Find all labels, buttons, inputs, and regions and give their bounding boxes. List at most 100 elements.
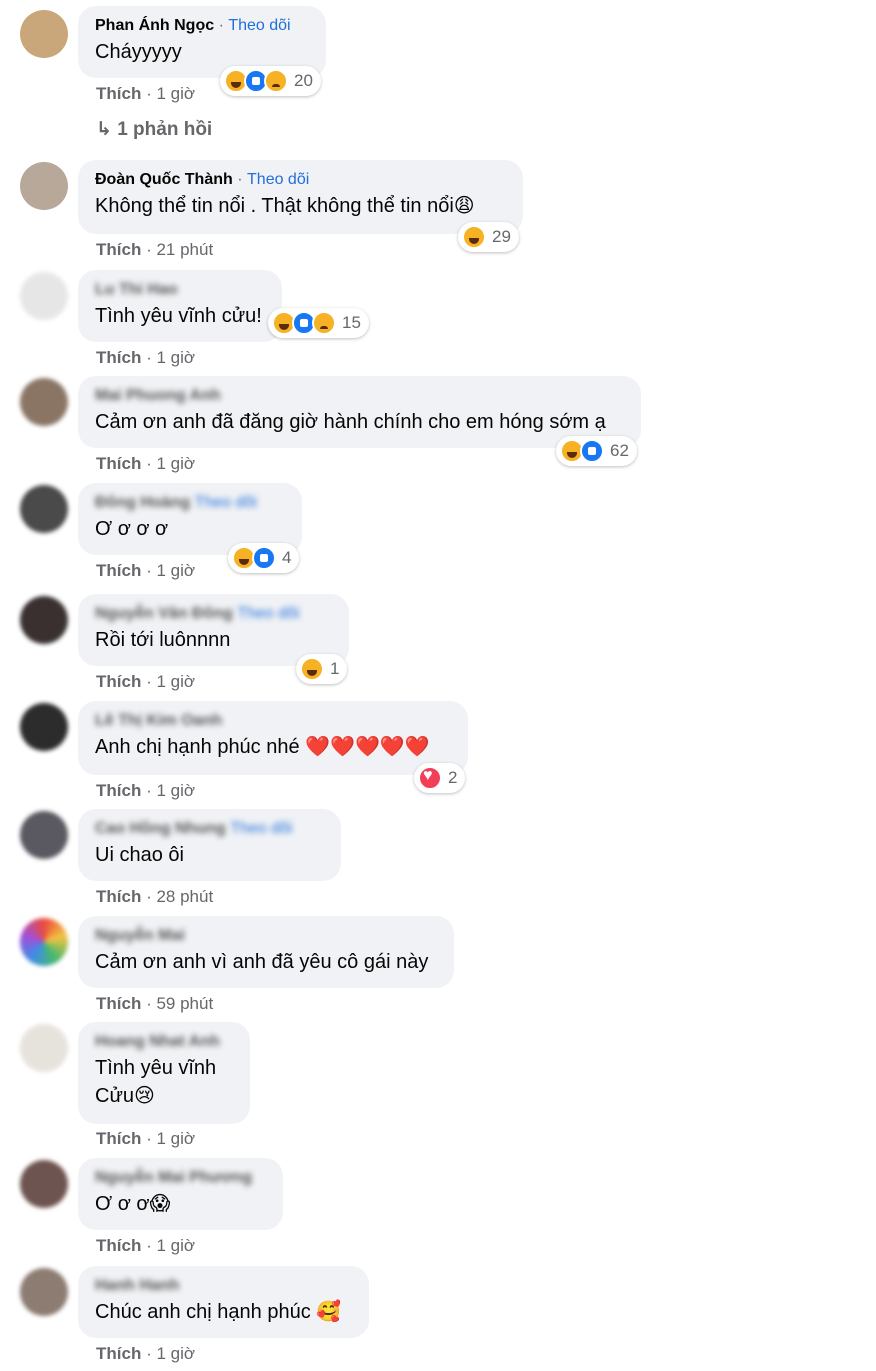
timestamp[interactable]: 1 giờ	[156, 781, 195, 800]
haha-reaction-icon	[462, 225, 486, 249]
reaction-count: 29	[492, 227, 511, 246]
comment-text: Cảm ơn anh đã đăng giờ hành chính cho em…	[95, 411, 606, 433]
avatar[interactable]	[20, 485, 68, 533]
comment-text-line2: Cửu😢	[95, 1085, 155, 1107]
follow-link[interactable]: Theo dõi	[195, 494, 257, 511]
like-button[interactable]: Thích	[96, 1129, 141, 1148]
timestamp[interactable]: 59 phút	[156, 994, 213, 1013]
avatar[interactable]	[20, 596, 68, 644]
follow-link[interactable]: Theo dõi	[237, 605, 299, 622]
like-reaction-icon	[252, 546, 276, 570]
author-name[interactable]: Đông Hoàng	[95, 494, 190, 511]
comment-bubble: Lê Thị Kim Oanh Anh chị hạnh phúc nhé ❤️…	[78, 701, 468, 775]
author-name[interactable]: Đoàn Quốc Thành	[95, 171, 233, 188]
comment-text: Không thể tin nổi . Thật không thể tin n…	[95, 195, 475, 217]
timestamp[interactable]: 1 giờ	[156, 454, 195, 473]
avatar[interactable]	[20, 272, 68, 320]
like-button[interactable]: Thích	[96, 781, 141, 800]
reaction-summary[interactable]: 4	[228, 543, 300, 573]
comment-actions: Thích · 1 giờ	[96, 561, 196, 580]
timestamp[interactable]: 1 giờ	[156, 1236, 195, 1255]
reaction-summary[interactable]: 2	[414, 763, 466, 793]
avatar[interactable]	[20, 378, 68, 426]
comment-text: Tình yêu vĩnh	[95, 1057, 217, 1079]
reaction-count: 2	[448, 768, 458, 787]
like-button[interactable]: Thích	[96, 887, 141, 906]
reaction-count: 20	[294, 71, 313, 90]
comment-actions: Thích · 1 giờ	[96, 672, 196, 691]
comment-actions: Thích · 21 phút	[96, 240, 214, 259]
author-name[interactable]: Cao Hồng Nhung	[95, 820, 226, 837]
timestamp[interactable]: 1 giờ	[156, 84, 195, 103]
comment-bubble: Mai Phuong Anh Cảm ơn anh đã đăng giờ hà…	[78, 376, 641, 448]
timestamp[interactable]: 1 giờ	[156, 672, 195, 691]
view-replies-link[interactable]: ↳ 1 phản hồi	[96, 118, 212, 141]
comment-text: Rồi tới luônnnn	[95, 629, 231, 651]
like-button[interactable]: Thích	[96, 1236, 141, 1255]
comment-text: Cháyyyyy	[95, 41, 182, 63]
reaction-summary[interactable]: 20	[220, 66, 321, 96]
comment-actions: Thích · 1 giờ	[96, 1236, 196, 1255]
avatar[interactable]	[20, 162, 68, 210]
author-name[interactable]: Nguyễn Mai Phương	[95, 1169, 252, 1186]
avatar[interactable]	[20, 918, 68, 966]
author-name[interactable]: Mai Phuong Anh	[95, 387, 221, 404]
follow-link[interactable]: Theo dõi	[230, 820, 292, 837]
timestamp[interactable]: 1 giờ	[156, 1344, 195, 1363]
reaction-summary[interactable]: 29	[458, 222, 519, 252]
like-button[interactable]: Thích	[96, 348, 141, 367]
like-button[interactable]: Thích	[96, 454, 141, 473]
comment-text: Ui chao ôi	[95, 844, 184, 866]
author-name[interactable]: Phan Ánh Ngọc	[95, 17, 214, 34]
comment-bubble: Nguyễn Mai Cảm ơn anh vì anh đã yêu cô g…	[78, 916, 454, 988]
author-name[interactable]: Hoang Nhat Anh	[95, 1033, 220, 1050]
reaction-summary[interactable]: 15	[268, 308, 369, 338]
reaction-count: 62	[610, 441, 629, 460]
avatar[interactable]	[20, 10, 68, 58]
author-name[interactable]: Lu Thi Hao	[95, 281, 178, 298]
author-name[interactable]: Hanh Hanh	[95, 1277, 179, 1294]
author-name[interactable]: Nguyễn Mai	[95, 927, 185, 944]
timestamp[interactable]: 1 giờ	[156, 1129, 195, 1148]
reaction-count: 15	[342, 313, 361, 332]
comment-bubble: Cao Hồng Nhung Theo dõi Ui chao ôi	[78, 809, 341, 881]
comment-actions: Thích · 28 phút	[96, 887, 214, 906]
comment-actions: Thích · 1 giờ	[96, 1344, 196, 1363]
comment-text: Tình yêu vĩnh cửu!	[95, 305, 262, 327]
comment-text: Chúc anh chị hạnh phúc 🥰	[95, 1301, 342, 1323]
author-name[interactable]: Lê Thị Kim Oanh	[95, 712, 222, 729]
avatar[interactable]	[20, 1024, 68, 1072]
avatar[interactable]	[20, 1268, 68, 1316]
avatar[interactable]	[20, 811, 68, 859]
comment-actions: Thích · 1 giờ	[96, 454, 196, 473]
follow-link[interactable]: Theo dõi	[228, 17, 290, 34]
like-button[interactable]: Thích	[96, 1344, 141, 1363]
reaction-count: 1	[330, 659, 340, 678]
follow-link[interactable]: Theo dõi	[247, 171, 309, 188]
avatar[interactable]	[20, 703, 68, 751]
author-name[interactable]: Nguyễn Văn Đông	[95, 605, 233, 622]
timestamp[interactable]: 21 phút	[156, 240, 213, 259]
haha-reaction-icon	[300, 657, 324, 681]
comment-bubble: Nguyễn Mai Phương Ơ ơ ơ😱	[78, 1158, 283, 1230]
like-button[interactable]: Thích	[96, 84, 141, 103]
comment-text: Cảm ơn anh vì anh đã yêu cô gái này	[95, 951, 429, 973]
comment-actions: Thích · 1 giờ	[96, 781, 196, 800]
reaction-summary[interactable]: 1	[296, 654, 348, 684]
comment-actions: Thích · 59 phút	[96, 994, 214, 1013]
timestamp[interactable]: 1 giờ	[156, 561, 195, 580]
reaction-count: 4	[282, 548, 292, 567]
like-button[interactable]: Thích	[96, 561, 141, 580]
comment-bubble: Hanh Hanh Chúc anh chị hạnh phúc 🥰	[78, 1266, 369, 1338]
like-button[interactable]: Thích	[96, 672, 141, 691]
like-button[interactable]: Thích	[96, 240, 141, 259]
love-reaction-icon	[418, 766, 442, 790]
sad-reaction-icon	[312, 311, 336, 335]
comment-text: Ơ ơ ơ ơ	[95, 518, 169, 540]
like-button[interactable]: Thích	[96, 994, 141, 1013]
avatar[interactable]	[20, 1160, 68, 1208]
reaction-summary[interactable]: 62	[556, 436, 637, 466]
comment-text: Ơ ơ ơ😱	[95, 1193, 171, 1215]
timestamp[interactable]: 28 phút	[156, 887, 213, 906]
timestamp[interactable]: 1 giờ	[156, 348, 195, 367]
